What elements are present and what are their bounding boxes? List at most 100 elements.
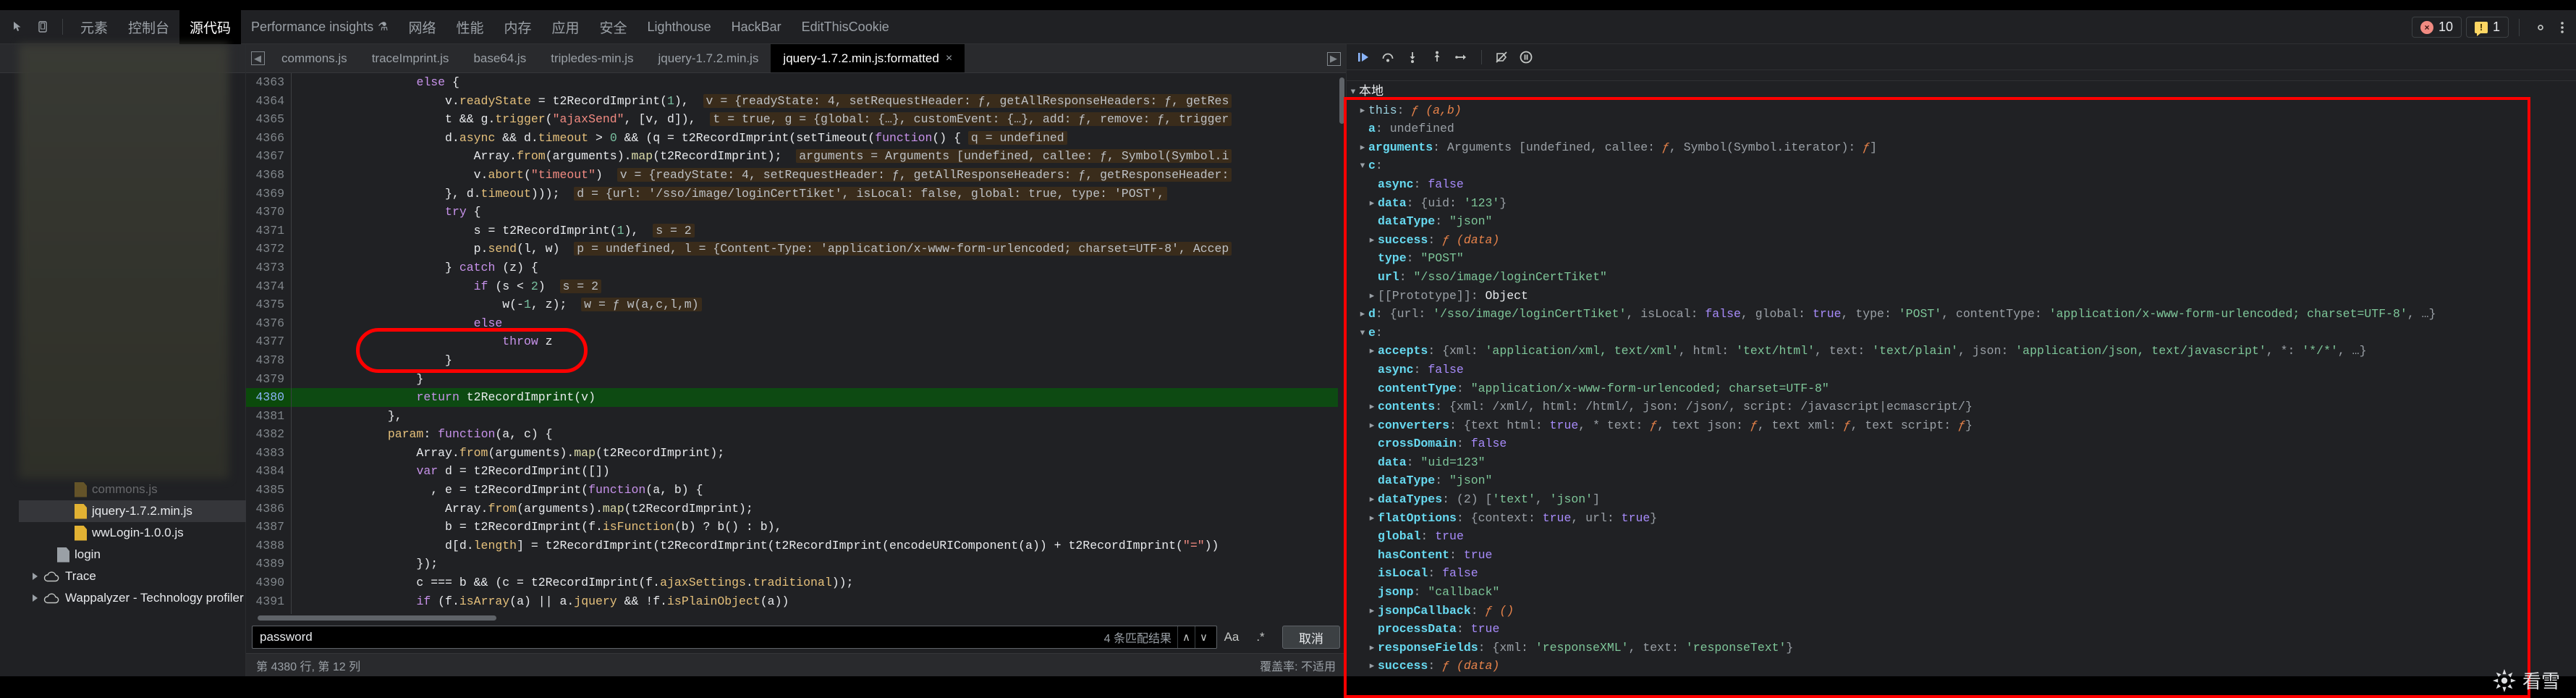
- scope-row[interactable]: a: undefined: [1347, 119, 2576, 138]
- scrollbar-thumb[interactable]: [258, 615, 496, 621]
- line-number[interactable]: 4384: [246, 462, 292, 481]
- chevron-right-icon[interactable]: [1368, 398, 1378, 416]
- tab-network[interactable]: 网络: [398, 10, 446, 44]
- scope-row[interactable]: this: ƒ (a,b): [1347, 101, 2576, 120]
- line-number[interactable]: 4389: [246, 555, 292, 573]
- code-line[interactable]: 4391 if (f.isArray(a) || a.jquery && !f.…: [246, 592, 1346, 611]
- chevron-right-icon[interactable]: [1368, 602, 1378, 621]
- code-line[interactable]: 4370 try {: [246, 203, 1346, 222]
- line-number[interactable]: 4371: [246, 222, 292, 240]
- tab-lighthouse[interactable]: Lighthouse: [637, 10, 721, 44]
- match-case-button[interactable]: Aa: [1217, 626, 1246, 649]
- code-line[interactable]: 4389 });: [246, 555, 1346, 573]
- scope-row[interactable]: async: false: [1347, 175, 2576, 194]
- code-line[interactable]: 4376 else: [246, 314, 1346, 333]
- chevron-right-icon[interactable]: [1368, 194, 1378, 213]
- tab-sources[interactable]: 源代码: [179, 10, 241, 44]
- scrollbar-thumb[interactable]: [1339, 77, 1344, 124]
- search-prev-button[interactable]: ∧: [1177, 626, 1195, 648]
- device-toolbar-icon[interactable]: [30, 14, 55, 39]
- scope-row[interactable]: e:: [1347, 324, 2576, 342]
- scope-row[interactable]: converters: {text html: true, * text: ƒ,…: [1347, 416, 2576, 435]
- tree-item-jquery[interactable]: jquery-1.7.2.min.js: [19, 500, 246, 522]
- tabs-prev-icon[interactable]: ◀: [246, 44, 269, 72]
- code-line[interactable]: 4387 b = t2RecordImprint(f.isFunction(b)…: [246, 518, 1346, 537]
- inspect-icon[interactable]: [6, 14, 30, 39]
- scope-row[interactable]: responseFields: {xml: 'responseXML', tex…: [1347, 639, 2576, 657]
- chevron-right-icon[interactable]: [33, 573, 38, 580]
- scope-row[interactable]: success: ƒ (data): [1347, 657, 2576, 676]
- file-tab-base64[interactable]: base64.js: [461, 44, 538, 72]
- scope-row[interactable]: arguments: Arguments [undefined, callee:…: [1347, 138, 2576, 157]
- code-line[interactable]: 4380 return t2RecordImprint(v): [246, 388, 1346, 407]
- step-out-icon[interactable]: [1426, 47, 1448, 67]
- scope-row[interactable]: async: false: [1347, 361, 2576, 379]
- file-tab-traceimprint[interactable]: traceImprint.js: [360, 44, 462, 72]
- code-line[interactable]: 4384 var d = t2RecordImprint([]): [246, 462, 1346, 481]
- scope-row[interactable]: dataType: "json": [1347, 471, 2576, 490]
- chevron-right-icon[interactable]: [1359, 138, 1368, 157]
- file-tab-jquery[interactable]: jquery-1.7.2.min.js: [646, 44, 771, 72]
- code-line[interactable]: 4377 throw z: [246, 332, 1346, 351]
- scope-variables-list[interactable]: 本地this: ƒ (a,b)a: undefinedarguments: Ar…: [1347, 81, 2576, 676]
- regex-button[interactable]: .*: [1246, 626, 1275, 649]
- file-tab-tripledes[interactable]: tripledes-min.js: [538, 44, 645, 72]
- pause-on-exceptions-icon[interactable]: [1515, 47, 1537, 67]
- chevron-right-icon[interactable]: [1359, 305, 1368, 324]
- code-line[interactable]: 4373 } catch (z) {: [246, 258, 1346, 277]
- scope-row[interactable]: isLocal: false: [1347, 564, 2576, 583]
- line-number[interactable]: 4366: [246, 129, 292, 148]
- scope-row[interactable]: global: true: [1347, 527, 2576, 546]
- line-number[interactable]: 4375: [246, 295, 292, 314]
- scope-row[interactable]: c:: [1347, 156, 2576, 175]
- tab-console[interactable]: 控制台: [118, 10, 179, 44]
- code-line[interactable]: 4366 d.async && d.timeout > 0 && (q = t2…: [246, 129, 1346, 148]
- tabs-next-icon[interactable]: ▶: [1321, 44, 1346, 73]
- kebab-menu-icon[interactable]: [2551, 17, 2573, 38]
- line-number[interactable]: 4391: [246, 592, 292, 611]
- chevron-down-icon[interactable]: [1359, 156, 1368, 175]
- code-line[interactable]: 4381 },: [246, 407, 1346, 426]
- chevron-right-icon[interactable]: [1368, 416, 1378, 435]
- line-number[interactable]: 4372: [246, 240, 292, 258]
- line-number[interactable]: 4380: [246, 388, 292, 407]
- search-input[interactable]: [260, 630, 1104, 644]
- scope-row[interactable]: data: {uid: '123'}: [1347, 194, 2576, 213]
- scope-row[interactable]: crossDomain: false: [1347, 434, 2576, 453]
- code-line[interactable]: 4385 , e = t2RecordImprint(function(a, b…: [246, 481, 1346, 500]
- code-line[interactable]: 4382 param: function(a, c) {: [246, 425, 1346, 444]
- editor-vertical-scrollbar[interactable]: [1338, 73, 1346, 614]
- line-number[interactable]: 4381: [246, 407, 292, 426]
- tree-item-login[interactable]: login: [19, 544, 246, 565]
- scope-row[interactable]: jsonpCallback: ƒ (): [1347, 602, 2576, 621]
- line-number[interactable]: 4370: [246, 203, 292, 222]
- scope-row[interactable]: url: "/sso/image/loginCertTiket": [1347, 268, 2576, 287]
- line-number[interactable]: 4376: [246, 314, 292, 333]
- line-number[interactable]: 4388: [246, 537, 292, 555]
- error-count-badge[interactable]: × 10: [2412, 17, 2462, 38]
- code-line[interactable]: 4375 w(-1, z); w = ƒ w(a,c,l,m): [246, 295, 1346, 314]
- tree-item-wappalyzer[interactable]: Wappalyzer - Technology profiler: [19, 587, 246, 609]
- code-line[interactable]: 4368 v.abort("timeout") v = {readyState:…: [246, 166, 1346, 185]
- scope-row[interactable]: 本地: [1347, 83, 2576, 101]
- code-line[interactable]: 4363 else {: [246, 73, 1346, 92]
- code-line[interactable]: 4365 t && g.trigger("ajaxSend", [v, d]),…: [246, 110, 1346, 129]
- line-number[interactable]: 4365: [246, 110, 292, 129]
- line-number[interactable]: 4382: [246, 425, 292, 444]
- step-over-icon[interactable]: [1377, 47, 1399, 67]
- line-number[interactable]: 4386: [246, 500, 292, 518]
- tab-performance[interactable]: 性能: [446, 10, 493, 44]
- resume-script-icon[interactable]: [1352, 47, 1374, 67]
- line-number[interactable]: 4364: [246, 92, 292, 111]
- scope-row[interactable]: d: {url: '/sso/image/loginCertTiket', is…: [1347, 305, 2576, 324]
- line-number[interactable]: 4367: [246, 147, 292, 166]
- line-number[interactable]: 4374: [246, 277, 292, 296]
- file-tab-commons[interactable]: commons.js: [269, 44, 360, 72]
- search-next-button[interactable]: ∨: [1195, 626, 1212, 648]
- scope-row[interactable]: flatOptions: {context: true, url: true}: [1347, 509, 2576, 528]
- search-field-wrapper[interactable]: 4 条匹配结果 ∧ ∨: [252, 626, 1217, 649]
- tab-memory[interactable]: 内存: [494, 10, 542, 44]
- line-number[interactable]: 4363: [246, 73, 292, 92]
- tab-performance-insights[interactable]: Performance insights⚗: [241, 10, 398, 44]
- warning-count-badge[interactable]: ! 1: [2466, 17, 2509, 38]
